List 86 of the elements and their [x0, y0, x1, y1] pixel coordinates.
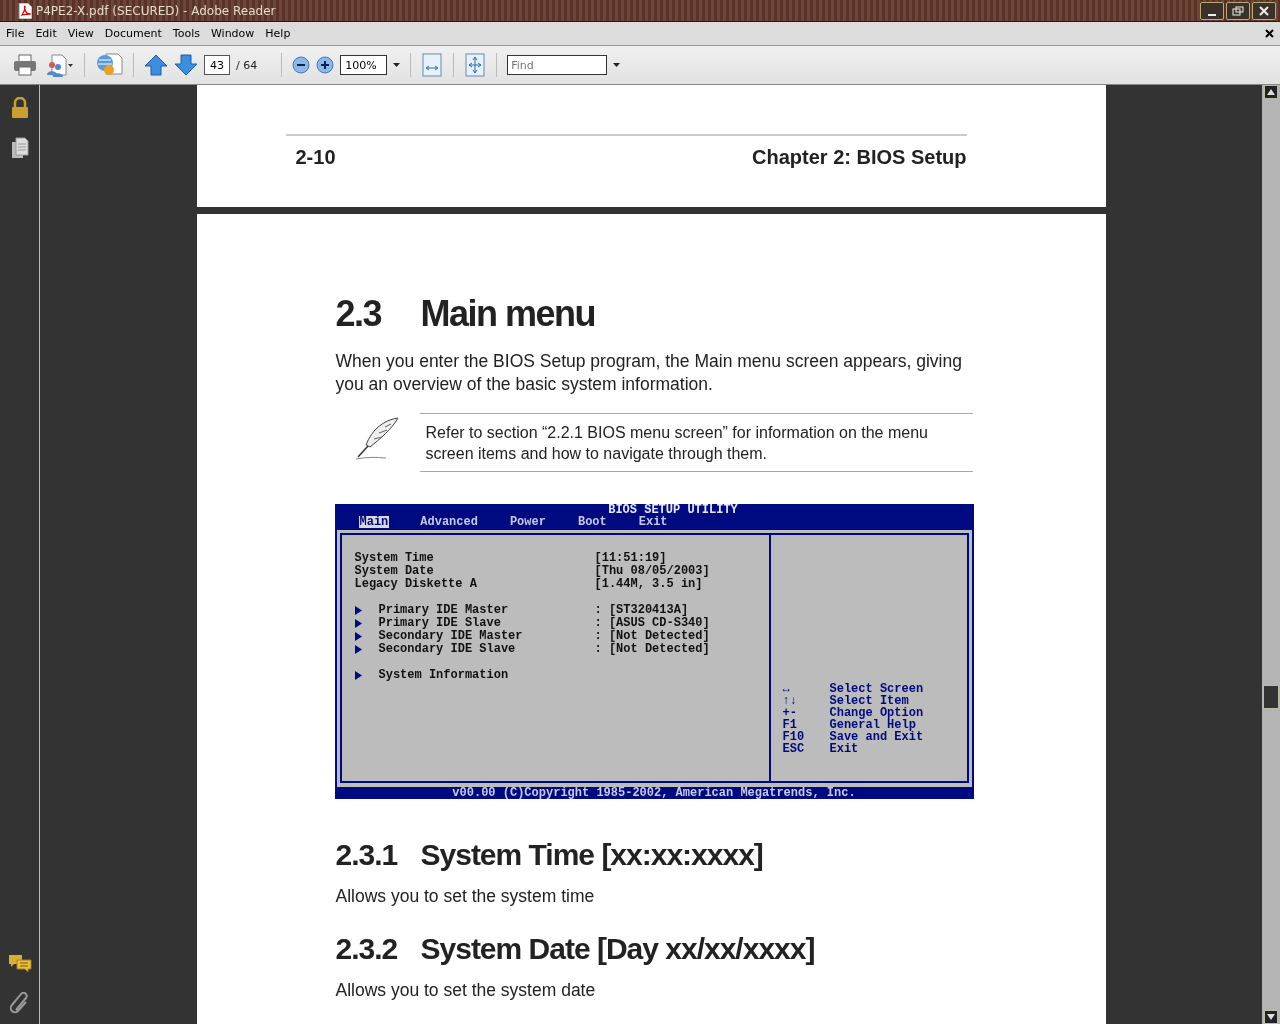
previous-page-icon[interactable]	[144, 54, 168, 76]
bios-item-value: : [Not Detected]	[594, 643, 710, 656]
key-label: F10	[782, 731, 806, 743]
bios-tab[interactable]: Power	[508, 516, 547, 528]
scroll-up-icon[interactable]	[1264, 85, 1278, 99]
bios-item-value: : [ASUS CD-S340]	[594, 617, 710, 630]
section-text: Allows you to set the system time	[335, 886, 596, 907]
restore-icon	[1232, 5, 1244, 16]
close-button[interactable]	[1252, 1, 1276, 20]
section-heading: System Date [Day xx/xx/xxxx]	[420, 931, 815, 967]
scrollbar-thumb[interactable]	[1263, 685, 1279, 709]
bios-title: BIOS SETUP UTILITY	[607, 504, 739, 516]
feather-icon	[353, 417, 400, 461]
pdf-app-icon	[18, 2, 32, 19]
restore-button[interactable]	[1226, 1, 1250, 20]
bios-item-value: [11:51:19]	[594, 552, 667, 565]
bios-copyright: v00.00 (C)Copyright 1985-2002, American Megatrends, Inc.	[334, 787, 974, 799]
zoom-out-icon[interactable]	[292, 56, 311, 74]
key-action: Exit	[829, 743, 859, 755]
close-document-icon[interactable]	[1265, 29, 1274, 38]
menu-item[interactable]: Tools	[166, 27, 205, 40]
menu-item[interactable]: View	[61, 27, 99, 40]
page-number-field[interactable]: 43	[204, 55, 230, 75]
bios-item-label[interactable]: Primary IDE Master	[378, 604, 595, 617]
note-text: Refer to section “2.2.1 BIOS menu screen” for information on the menu screen items and how to navigate through them.	[419, 413, 973, 472]
next-page-icon[interactable]	[174, 54, 198, 76]
submenu-arrow-icon	[354, 671, 362, 680]
bios-item-label[interactable]: System Time	[354, 552, 595, 565]
bios-item-value: : [Not Detected]	[594, 630, 710, 643]
scroll-down-icon[interactable]	[1264, 1010, 1278, 1024]
find-field[interactable]: Find	[507, 55, 608, 75]
bios-item-label[interactable]: Legacy Diskette A	[354, 578, 595, 591]
menu-item[interactable]: Document	[98, 27, 167, 40]
bios-tab[interactable]: Boot	[576, 516, 608, 528]
close-icon	[1259, 5, 1269, 16]
key-action: Select Screen	[829, 683, 924, 695]
menu-item[interactable]: Window	[204, 27, 260, 40]
people-document-icon[interactable]	[44, 53, 74, 77]
lock-icon[interactable]	[10, 97, 29, 119]
fit-width-icon[interactable]	[421, 53, 444, 77]
key-label: +-	[782, 707, 798, 719]
print-icon[interactable]	[12, 53, 38, 77]
key-label: F1	[782, 719, 797, 731]
key-action: General Help	[829, 719, 916, 731]
section-number: 2.3	[335, 292, 383, 336]
key-action: Change Option	[829, 707, 924, 719]
menu-item[interactable]: File	[0, 27, 30, 40]
zoom-field[interactable]: 100%	[340, 55, 388, 75]
bios-tab[interactable]: Main	[358, 516, 390, 528]
bios-item-value: [1.44M, 3.5 in]	[594, 578, 703, 591]
section-heading: System Time [xx:xx:xxxx]	[420, 837, 763, 873]
bios-item-label[interactable]: Primary IDE Slave	[378, 617, 595, 630]
chapter-title: Chapter 2: BIOS Setup	[752, 146, 967, 169]
key-action: Save and Exit	[829, 731, 924, 743]
zoom-in-icon[interactable]	[316, 56, 335, 74]
paperclip-icon[interactable]	[9, 992, 30, 1014]
page-total: / 64	[236, 58, 258, 72]
key-label: ↑↓	[782, 695, 798, 707]
comments-icon[interactable]	[7, 954, 32, 974]
bios-item-label[interactable]: System Information	[378, 669, 595, 682]
key-label: ESC	[782, 743, 806, 755]
minimize-icon	[1208, 13, 1216, 16]
fit-page-icon[interactable]	[464, 53, 487, 77]
bios-tab[interactable]: Exit	[637, 516, 669, 528]
caret-icon[interactable]	[393, 63, 401, 67]
key-action: Select Item	[829, 695, 909, 707]
section-number: 2.3.2	[335, 931, 399, 967]
menu-item[interactable]: Help	[259, 27, 296, 40]
section-number: 2.3.1	[335, 837, 399, 873]
bios-item-label[interactable]: Secondary IDE Slave	[378, 643, 595, 656]
bios-item-value: : [ST320413A]	[594, 604, 689, 617]
bios-item-label[interactable]: Secondary IDE Master	[378, 630, 595, 643]
bios-tab[interactable]: Advanced	[419, 516, 479, 528]
section-heading: Main menu	[420, 292, 595, 336]
page-label: 2-10	[295, 146, 336, 169]
minimize-button[interactable]	[1200, 1, 1224, 20]
pages-icon[interactable]	[10, 137, 29, 159]
intro-paragraph: When you enter the BIOS Setup program, the Main menu screen appears, giving you an overview of the basic system information.	[335, 350, 963, 396]
section-text: Allows you to set the system date	[335, 980, 597, 1001]
window-title: P4PE2-X.pdf (SECURED) - Adobe Reader	[36, 3, 277, 18]
menu-item[interactable]: Edit	[29, 27, 62, 40]
bios-item-label[interactable]: System Date	[354, 565, 595, 578]
key-label: ↔	[782, 683, 791, 695]
globe-document-icon[interactable]	[95, 52, 123, 78]
caret-icon[interactable]	[613, 63, 621, 67]
bios-item-value: [Thu 08/05/2003]	[594, 565, 710, 578]
